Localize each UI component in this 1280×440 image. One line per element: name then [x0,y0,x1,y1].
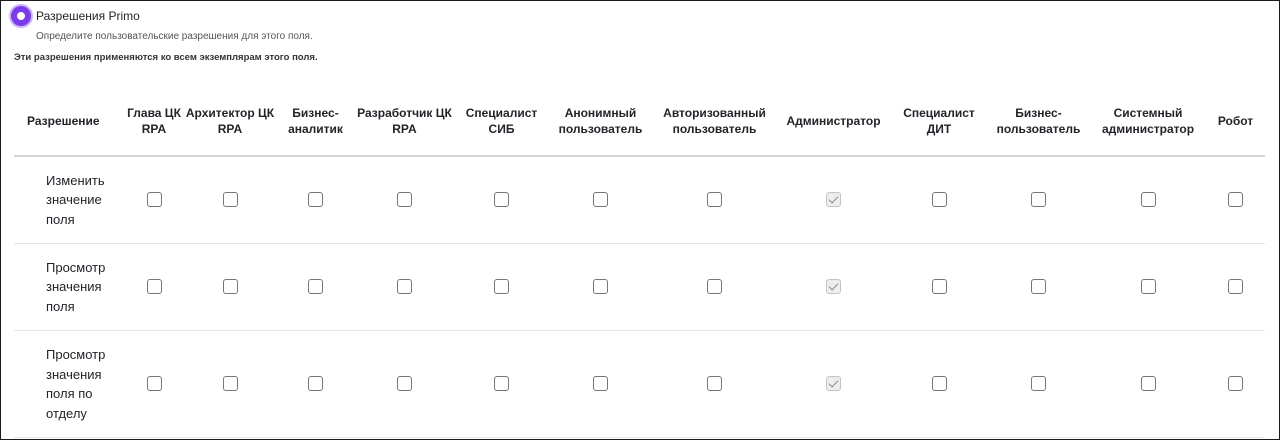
column-header-role: Бизнес-аналитик [277,87,354,157]
section-title: Разрешения Primo [36,9,140,23]
permission-checkbox[interactable] [397,279,412,295]
permission-cell [776,156,891,244]
permission-cell [776,330,891,438]
permission-cell [183,243,277,331]
permission-checkbox[interactable] [1031,376,1046,392]
section-description: Определите пользовательские разрешения д… [36,31,313,42]
radio-selected-icon[interactable] [11,6,31,26]
permission-checkbox[interactable] [1228,192,1243,208]
permission-checkbox[interactable] [146,192,162,208]
column-header-role: Глава ЦК RPA [125,87,183,157]
permission-cell [455,330,548,438]
permission-cell [1206,330,1265,438]
permission-checkbox[interactable] [494,192,509,208]
permission-checkbox[interactable] [494,376,509,392]
permission-checkbox[interactable] [826,376,841,392]
permission-cell [277,330,354,438]
permission-checkbox[interactable] [707,192,722,208]
permission-checkbox[interactable] [146,279,162,295]
table-row: Просмотр значения поля по отделу [14,330,1265,438]
permission-checkbox[interactable] [826,279,841,295]
permission-checkbox[interactable] [222,376,238,392]
permission-cell [891,156,987,244]
permission-cell [987,330,1090,438]
permission-cell [1206,243,1265,331]
permission-cell [548,330,653,438]
permission-cell [653,156,776,244]
permission-checkbox[interactable] [146,376,162,392]
permission-cell [548,243,653,331]
permission-cell [1206,156,1265,244]
section-header: Разрешения Primo [11,6,140,26]
permission-checkbox[interactable] [931,279,947,295]
column-header-role: Архитектор ЦК RPA [183,87,277,157]
permission-cell [125,330,183,438]
permission-cell [891,243,987,331]
permission-checkbox[interactable] [308,376,323,392]
permission-cell [354,243,455,331]
permission-cell [891,330,987,438]
permission-checkbox[interactable] [931,192,947,208]
permission-cell [125,243,183,331]
permission-checkbox[interactable] [1140,192,1156,208]
permission-checkbox[interactable] [308,192,323,208]
column-header-role: Разработчик ЦК RPA [354,87,455,157]
permission-checkbox[interactable] [308,279,323,295]
permission-cell [653,330,776,438]
permission-checkbox[interactable] [593,192,608,208]
column-header-role: Системный администратор [1090,87,1206,157]
permission-checkbox[interactable] [707,376,722,392]
column-header-role: Администратор [776,87,891,157]
permissions-panel: Разрешения Primo Определите пользователь… [0,0,1280,440]
permission-cell [987,156,1090,244]
permission-checkbox[interactable] [1228,279,1243,295]
permission-checkbox[interactable] [397,192,412,208]
permission-cell [455,156,548,244]
permission-cell [1090,156,1206,244]
section-notice: Эти разрешения применяются ко всем экзем… [14,52,318,63]
table-row: Изменить значение поля [14,156,1265,244]
permission-cell [183,156,277,244]
permissions-table: Разрешение Глава ЦК RPA Архитектор ЦК RPA… [14,87,1265,438]
permission-cell [183,330,277,438]
permission-cell [277,243,354,331]
permission-cell [354,156,455,244]
permission-cell [653,243,776,331]
permission-cell [455,243,548,331]
table-header-row: Разрешение Глава ЦК RPA Архитектор ЦК RPA… [14,87,1265,157]
permission-cell [548,156,653,244]
column-header-role: Специалист СИБ [455,87,548,157]
permission-checkbox[interactable] [826,192,841,208]
permission-cell [277,156,354,244]
permission-cell [987,243,1090,331]
permission-checkbox[interactable] [707,279,722,295]
column-header-role: Авторизованный пользователь [653,87,776,157]
permission-cell [125,156,183,244]
permission-checkbox[interactable] [1140,279,1156,295]
permission-cell [776,243,891,331]
permission-checkbox[interactable] [1228,376,1243,392]
permission-checkbox[interactable] [931,376,947,392]
permission-checkbox[interactable] [397,376,412,392]
column-header-permission: Разрешение [14,87,125,157]
permission-checkbox[interactable] [593,376,608,392]
permission-checkbox[interactable] [494,279,509,295]
permission-cell [1090,330,1206,438]
permission-label: Просмотр значения поля по отделу [14,330,125,438]
permission-checkbox[interactable] [222,192,238,208]
permission-cell [354,330,455,438]
column-header-role: Анонимный пользователь [548,87,653,157]
permission-checkbox[interactable] [222,279,238,295]
permission-checkbox[interactable] [1031,192,1046,208]
permission-checkbox[interactable] [593,279,608,295]
permission-checkbox[interactable] [1140,376,1156,392]
permission-label: Просмотр значения поля [14,243,125,331]
table-row: Просмотр значения поля [14,243,1265,331]
column-header-role: Робот [1206,87,1265,157]
permission-checkbox[interactable] [1031,279,1046,295]
column-header-role: Специалист ДИТ [891,87,987,157]
column-header-role: Бизнес-пользователь [987,87,1090,157]
permission-label: Изменить значение поля [14,156,125,244]
permission-cell [1090,243,1206,331]
